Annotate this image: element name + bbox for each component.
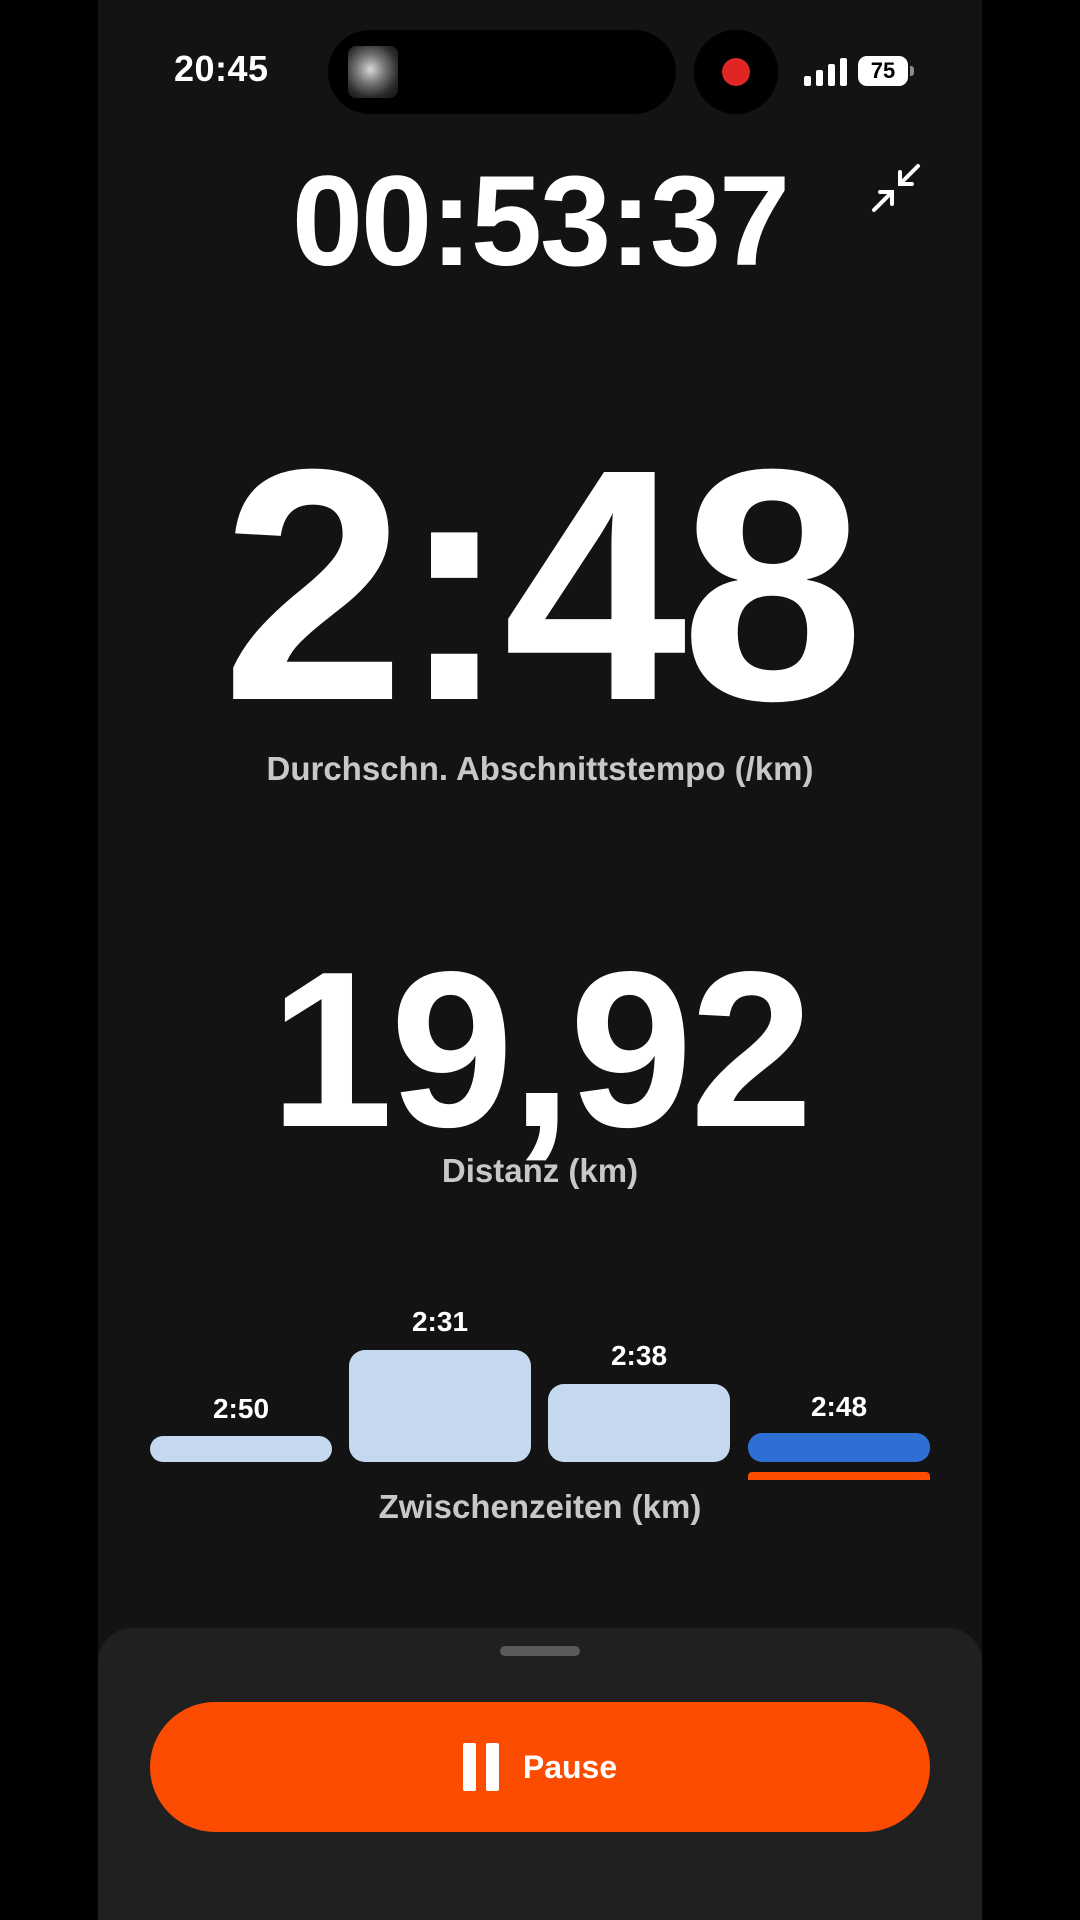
pause-icon bbox=[462, 1743, 499, 1791]
split-bar[interactable] bbox=[349, 1350, 531, 1462]
dynamic-island[interactable] bbox=[328, 30, 676, 114]
split-label: 2:38 bbox=[610, 1340, 668, 1371]
recording-indicator[interactable] bbox=[694, 30, 778, 114]
split-bar-current[interactable] bbox=[748, 1433, 930, 1462]
distance-value: 19,92 bbox=[269, 926, 814, 1174]
split-label-current: 2:48 bbox=[810, 1391, 868, 1422]
split-bar[interactable] bbox=[548, 1384, 730, 1462]
split-label: 2:31 bbox=[411, 1306, 469, 1337]
pause-button[interactable]: Pause bbox=[150, 1702, 930, 1832]
collapse-arrows-icon[interactable] bbox=[868, 160, 924, 216]
distance-label: Distanz (km) bbox=[441, 1152, 639, 1189]
split-label: 2:50 bbox=[212, 1393, 270, 1424]
pause-button-label: Pause bbox=[522, 1748, 618, 1785]
pace-value: 2:48 bbox=[221, 400, 864, 769]
split-bar[interactable] bbox=[150, 1436, 332, 1462]
pace-label: Durchschn. Abschnittstempo (/km) bbox=[266, 750, 814, 787]
splits-label: Zwischenzeiten (km) bbox=[378, 1488, 702, 1525]
battery-nub bbox=[910, 66, 914, 76]
status-time: 20:45 bbox=[174, 48, 269, 89]
signal-icon bbox=[804, 58, 847, 86]
recording-dot-icon bbox=[722, 58, 750, 86]
now-playing-thumbnail[interactable] bbox=[348, 46, 398, 98]
app-screen: 20:45 75 00:53:37 2:48 Durchschn. Abschn… bbox=[98, 0, 982, 1920]
bottom-sheet: Pause bbox=[98, 1628, 982, 1920]
sheet-grabber[interactable] bbox=[500, 1646, 580, 1656]
elapsed-time: 00:53:37 bbox=[291, 150, 790, 293]
battery-level: 75 bbox=[870, 58, 896, 83]
current-split-indicator bbox=[748, 1472, 930, 1480]
battery-icon: 75 bbox=[858, 56, 908, 86]
